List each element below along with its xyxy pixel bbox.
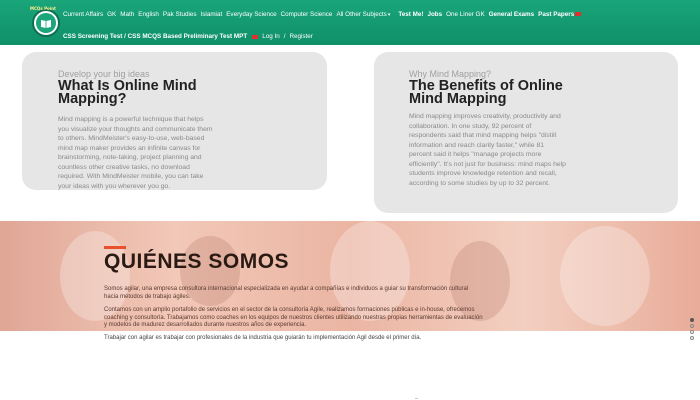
body-line: Mind mapping improves creativity, produc… (409, 113, 561, 120)
top-navbar: MCQs Point Current Affairs GK Math Engli… (0, 0, 700, 45)
card-body: Mind mapping improves creativity, produc… (409, 112, 566, 188)
paragraph-line: hacia métodos de trabajo ágiles. (104, 293, 191, 300)
nav-past-papers-label: Past Papers (538, 11, 575, 18)
primary-menu: Current Affairs GK Math English Pak Stud… (63, 11, 582, 18)
nav-gk[interactable]: GK (107, 11, 116, 18)
nav-everyday-science[interactable]: Everyday Science (226, 11, 276, 18)
nav-computer-science[interactable]: Computer Science (281, 11, 333, 18)
nav-jobs[interactable]: Jobs (427, 11, 442, 18)
body-line: you visualize your thoughts and communic… (58, 125, 213, 133)
card-title-line2: Mind Mapping (409, 91, 507, 107)
nav-css-screening-test[interactable]: CSS Screening Test / CSS MCQS Based Prel… (63, 33, 247, 40)
nav-general-exams[interactable]: General Exams (489, 11, 535, 18)
photo-shape (330, 221, 410, 321)
paragraph-line: Somos agilar, una empresa consultora int… (104, 286, 469, 292)
body-line: percent said it helps "manage projects m… (409, 151, 542, 158)
title-accent-bar (104, 246, 126, 249)
carousel-dot[interactable] (690, 324, 694, 328)
nav-english[interactable]: English (138, 11, 159, 18)
card-benefits-of-mind-mapping: Why Mind Mapping? The Benefits of Online… (374, 52, 678, 213)
section-title: QUIÉNES SOMOS (104, 250, 290, 273)
book-icon (36, 13, 56, 33)
body-line: Mind mapping is a powerful technique tha… (58, 116, 204, 123)
body-line: countless other creative tasks, no downl… (58, 163, 190, 171)
body-line: to others. MindMeister's easy-to-use, we… (58, 135, 205, 142)
nav-register[interactable]: Register (289, 33, 312, 40)
intro-paragraph: Somos agilar, una empresa consultora int… (104, 286, 604, 301)
carousel-dots (690, 318, 694, 340)
divider (415, 398, 418, 399)
nav-current-affairs[interactable]: Current Affairs (63, 11, 103, 18)
paragraph-line: y modelos de madurez desarrollados duran… (104, 322, 307, 329)
paragraph-line: Contamos con un amplio portafolio de ser… (104, 307, 475, 313)
nav-islamiat[interactable]: Islamiat (201, 11, 223, 18)
flag-icon (575, 12, 582, 17)
body-line: brainstorming, note-taking, project plan… (58, 154, 202, 161)
paragraph-line: coaching y consultoría. Trabajamos como … (104, 314, 483, 321)
card-what-is-mind-mapping: Develop your big ideas What Is Online Mi… (22, 52, 327, 190)
body-line: collaboration. In one study, 92 percent … (409, 122, 532, 130)
nav-all-other-subjects-label: All Other Subjects (336, 11, 387, 18)
body-line: efficiently". It's not just for business… (409, 160, 566, 168)
chevron-down-icon: ▾ (387, 12, 391, 18)
card-title-line2: Mapping? (58, 91, 127, 107)
body-line: information and reach clarity faster," w… (409, 141, 545, 149)
nav-all-other-subjects[interactable]: All Other Subjects▾ (336, 11, 390, 18)
body-line: mind map maker provides an infinite canv… (58, 144, 201, 152)
nav-test-me[interactable]: Test Me! (398, 11, 423, 18)
nav-pak-studies[interactable]: Pak Studies (163, 11, 197, 18)
site-logo[interactable] (32, 9, 60, 37)
nav-login[interactable]: Log In (262, 33, 280, 40)
nav-past-papers[interactable]: Past Papers (538, 11, 582, 18)
secondary-menu: CSS Screening Test / CSS MCQS Based Prel… (63, 33, 313, 40)
services-paragraph: Contamos con un amplio portafolio de ser… (104, 307, 604, 330)
body-line: students improve knowledge retention and… (409, 170, 557, 177)
body-line: according to some studies by up to 32 pe… (409, 179, 550, 187)
carousel-dot[interactable] (690, 318, 694, 322)
carousel-dot[interactable] (690, 330, 694, 334)
new-badge-icon (252, 34, 259, 39)
body-line: respondents said that mind mapping helps… (409, 132, 557, 139)
nav-separator: / (283, 33, 286, 40)
closing-paragraph: Trabajar con agilar es trabajar con prof… (104, 335, 422, 341)
nav-one-liner-gk[interactable]: One Liner GK (446, 11, 485, 18)
body-line: required. With MindMeister mobile, you c… (58, 173, 204, 180)
carousel-dot[interactable] (690, 336, 694, 340)
body-line: your ideas with you wherever you go. (58, 182, 171, 190)
card-body: Mind mapping is a powerful technique tha… (58, 115, 213, 191)
logo-text: MCQs Point (30, 6, 56, 11)
nav-math[interactable]: Math (120, 11, 134, 18)
